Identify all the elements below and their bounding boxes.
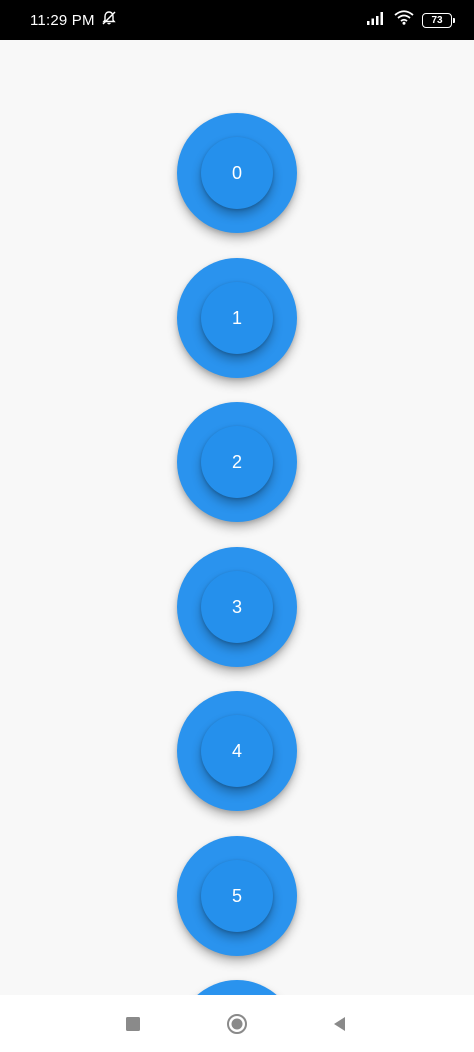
circle-button[interactable]: 1 — [201, 282, 273, 354]
status-left: 11:29 PM — [30, 10, 117, 31]
list-item[interactable]: 1 — [177, 258, 297, 378]
circle-button[interactable]: 0 — [201, 137, 273, 209]
back-icon[interactable] — [328, 1012, 352, 1036]
wifi-icon — [394, 10, 414, 30]
circle-button[interactable]: 5 — [201, 860, 273, 932]
recents-icon[interactable] — [121, 1012, 145, 1036]
item-label: 1 — [231, 307, 242, 328]
screen: 11:29 PM 73 0 1 2 3 4 5 — [0, 0, 474, 1052]
list-item[interactable]: 3 — [177, 547, 297, 667]
circle-button[interactable]: 3 — [201, 571, 273, 643]
status-time: 11:29 PM — [30, 11, 95, 29]
list-item[interactable]: 5 — [177, 836, 297, 956]
item-label: 2 — [231, 451, 242, 472]
item-label: 5 — [231, 885, 242, 906]
signal-icon — [366, 11, 386, 30]
home-icon[interactable] — [225, 1012, 249, 1036]
list-item[interactable]: 6 — [177, 980, 297, 995]
item-label: 0 — [231, 162, 242, 183]
list-item[interactable]: 0 — [177, 113, 297, 233]
circle-button[interactable]: 4 — [201, 715, 273, 787]
status-right: 73 — [366, 10, 455, 30]
item-label: 3 — [231, 596, 242, 617]
item-label: 4 — [231, 740, 242, 761]
muted-notification-icon — [101, 10, 117, 31]
list-item[interactable]: 2 — [177, 402, 297, 522]
battery-icon: 73 — [422, 12, 455, 28]
content-scroll-area[interactable]: 0 1 2 3 4 5 — [0, 40, 474, 995]
circle-button[interactable]: 2 — [201, 426, 273, 498]
status-bar: 11:29 PM 73 — [0, 0, 474, 40]
navigation-bar — [0, 995, 474, 1052]
battery-level: 73 — [431, 14, 443, 26]
list-item[interactable]: 4 — [177, 691, 297, 811]
